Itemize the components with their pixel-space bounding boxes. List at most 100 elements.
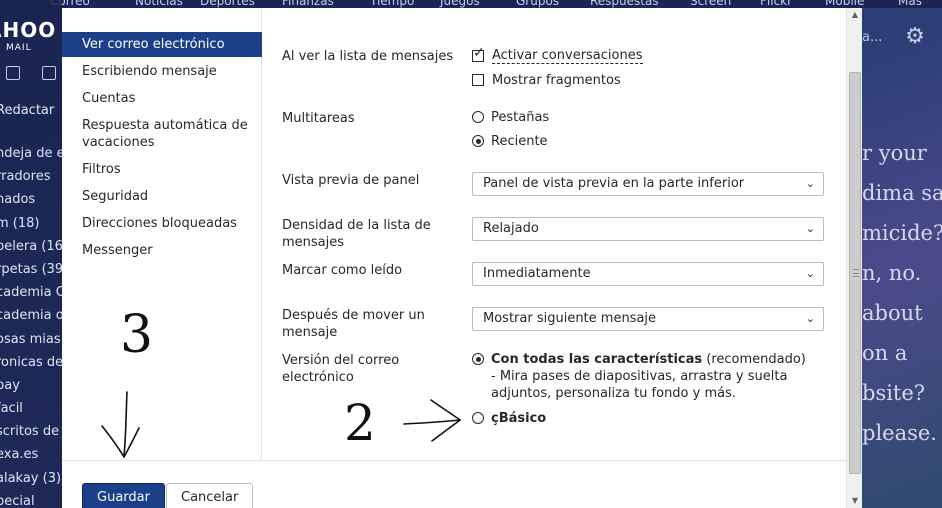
folder-item[interactable]: pay (0, 374, 62, 397)
grip-icon (853, 269, 859, 277)
preview-pane-select[interactable]: Panel de vista previa en la parte inferi… (472, 172, 824, 196)
save-button[interactable]: Guardar (82, 483, 165, 508)
folder-item[interactable]: rradores (0, 165, 62, 188)
snippets-checkbox[interactable]: Mostrar fragmentos (472, 71, 621, 89)
conversations-checkbox[interactable]: ✓ Activar conversaciones (472, 46, 643, 65)
folder-item[interactable]: ndeja de en (0, 142, 62, 165)
full-version-description: Con todas las características (recomenda… (491, 351, 812, 402)
basic-version-label: çBásico (491, 410, 546, 427)
chevron-down-icon: ⌄ (805, 312, 815, 325)
radio-button-selected[interactable] (472, 135, 484, 147)
gear-icon[interactable]: ⚙ (902, 24, 928, 50)
yahoo-logo-sub: MAIL (6, 43, 32, 53)
radio-button[interactable] (472, 412, 484, 424)
nav-item-messenger[interactable]: Messenger (62, 238, 262, 263)
preview-pane-value: Panel de vista previa en la parte inferi… (483, 176, 745, 191)
density-label: Densidad de la lista de mensajes (282, 218, 431, 250)
cancel-button[interactable]: Cancelar (166, 483, 254, 508)
version-label: Versión del correo electrónico (282, 353, 400, 385)
mark-read-label: Marcar como leído (282, 263, 403, 278)
ad-line: dima say (862, 181, 942, 205)
nav-item-security[interactable]: Seguridad (62, 184, 262, 209)
nav-item-blocked-addresses[interactable]: Direcciones bloqueadas (62, 211, 262, 236)
tabs-option-label: Pestañas (491, 110, 550, 125)
folder-list: ndeja de en rradores nados m (18) pelera… (0, 142, 62, 508)
nav-item-writing-email[interactable]: Escribiendo mensaje (62, 59, 262, 84)
after-move-value: Mostrar siguiente mensaje (483, 311, 657, 326)
top-nav-item[interactable]: Juegos (440, 0, 480, 8)
conversations-label: Activar conversaciones (492, 48, 643, 64)
folder-item[interactable]: pecial (0, 490, 62, 508)
dialog-footer: Guardar Cancelar (62, 460, 846, 508)
chevron-down-icon: ⌄ (805, 222, 815, 235)
search-stub[interactable]: a... (862, 30, 882, 45)
full-version-title: Con todas las características (491, 352, 703, 367)
folder-item[interactable]: nados (0, 188, 62, 211)
top-nav-item[interactable]: Finanzas (282, 0, 334, 8)
folder-item[interactable]: rpetas (39) (0, 258, 62, 281)
nav-item-filters[interactable]: Filtros (62, 157, 262, 182)
snippets-label: Mostrar fragmentos (492, 72, 621, 88)
ad-line: micide? (862, 221, 942, 245)
multitask-recent-radio[interactable]: Reciente (472, 133, 548, 150)
folder-item[interactable]: ronicas de (0, 351, 62, 374)
calendar-icon[interactable] (42, 66, 56, 80)
ad-line: on a (862, 341, 908, 365)
nav-item-view-email[interactable]: Ver correo electrónico (62, 32, 262, 57)
radio-button-selected[interactable] (472, 353, 484, 365)
mark-read-select[interactable]: Inmediatamente ⌄ (472, 262, 824, 286)
checkbox-checked[interactable]: ✓ (472, 46, 485, 62)
folder-item[interactable]: m (18) (0, 212, 62, 235)
sidebar-icons (2, 66, 62, 84)
vertical-scrollbar[interactable]: ▲ ▼ (846, 8, 862, 508)
scrollbar-thumb[interactable] (849, 72, 861, 474)
top-nav-item[interactable]: Tiempo (370, 0, 414, 8)
compose-button[interactable]: Redactar (0, 103, 54, 118)
mail-left-sidebar: AHOO MAIL Redactar ndeja de en rradores … (0, 0, 62, 508)
folder-item[interactable]: osas mias (0, 328, 62, 351)
multitask-label: Multitareas (282, 111, 355, 126)
recent-option-label: Reciente (491, 134, 548, 149)
top-navigation-bar: Correo Noticias Deportes Finanzas Tiempo… (0, 0, 942, 8)
folder-item[interactable]: facil (0, 397, 62, 420)
top-nav-item[interactable]: Flickr (760, 0, 792, 8)
radio-button[interactable] (472, 111, 484, 123)
chevron-down-icon: ⌄ (805, 267, 815, 280)
density-select[interactable]: Relajado ⌄ (472, 217, 824, 241)
top-nav-item[interactable]: Deportes (200, 0, 255, 8)
scroll-up-arrow-icon[interactable]: ▲ (847, 8, 863, 22)
ad-line: r your (862, 141, 927, 165)
checkbox-unchecked[interactable] (472, 74, 484, 86)
top-nav-item[interactable]: Mobile (825, 0, 864, 8)
check-icon: ✓ (473, 45, 485, 61)
top-nav-item[interactable]: Grupos (516, 0, 559, 8)
folder-item[interactable]: exa.es (0, 443, 62, 466)
preview-pane-label: Vista previa de panel (282, 173, 420, 188)
version-basic-radio[interactable]: çBásico (472, 410, 546, 427)
folder-item[interactable]: alakay (3) (0, 467, 62, 490)
version-full-radio[interactable]: Con todas las características (recomenda… (472, 351, 812, 402)
scroll-down-arrow-icon[interactable]: ▼ (847, 494, 863, 508)
top-nav-item[interactable]: Screen (690, 0, 731, 8)
after-move-label: Después de mover un mensaje (282, 308, 425, 340)
multitask-tabs-radio[interactable]: Pestañas (472, 109, 549, 126)
advertisement: r your dima say micide? n, no. about on … (862, 140, 942, 460)
basic-version-title: çBásico (491, 411, 547, 426)
top-nav-item[interactable]: Noticias (135, 0, 183, 8)
folder-item[interactable]: scritos de (0, 420, 62, 443)
ad-line: n, no. (862, 261, 922, 285)
ad-line: bsite? (862, 381, 926, 405)
folder-item[interactable]: cademia O (0, 281, 62, 304)
after-move-select[interactable]: Mostrar siguiente mensaje ⌄ (472, 307, 824, 331)
nav-item-accounts[interactable]: Cuentas (62, 86, 262, 111)
contacts-icon[interactable] (6, 66, 20, 80)
mark-read-value: Inmediatamente (483, 266, 591, 281)
ad-line: about (862, 301, 923, 325)
folder-item[interactable]: cademia os (0, 304, 62, 327)
top-nav-item[interactable]: Respuestas (590, 0, 659, 8)
folder-item[interactable]: pelera (16) (0, 235, 62, 258)
chevron-down-icon: ⌄ (805, 177, 815, 190)
nav-item-vacation-response[interactable]: Respuesta automática de vacaciones (62, 113, 262, 155)
settings-nav: Ver correo electrónico Escribiendo mensa… (62, 8, 262, 460)
settings-content: Al ver la lista de mensajes ✓ Activar co… (262, 8, 846, 460)
